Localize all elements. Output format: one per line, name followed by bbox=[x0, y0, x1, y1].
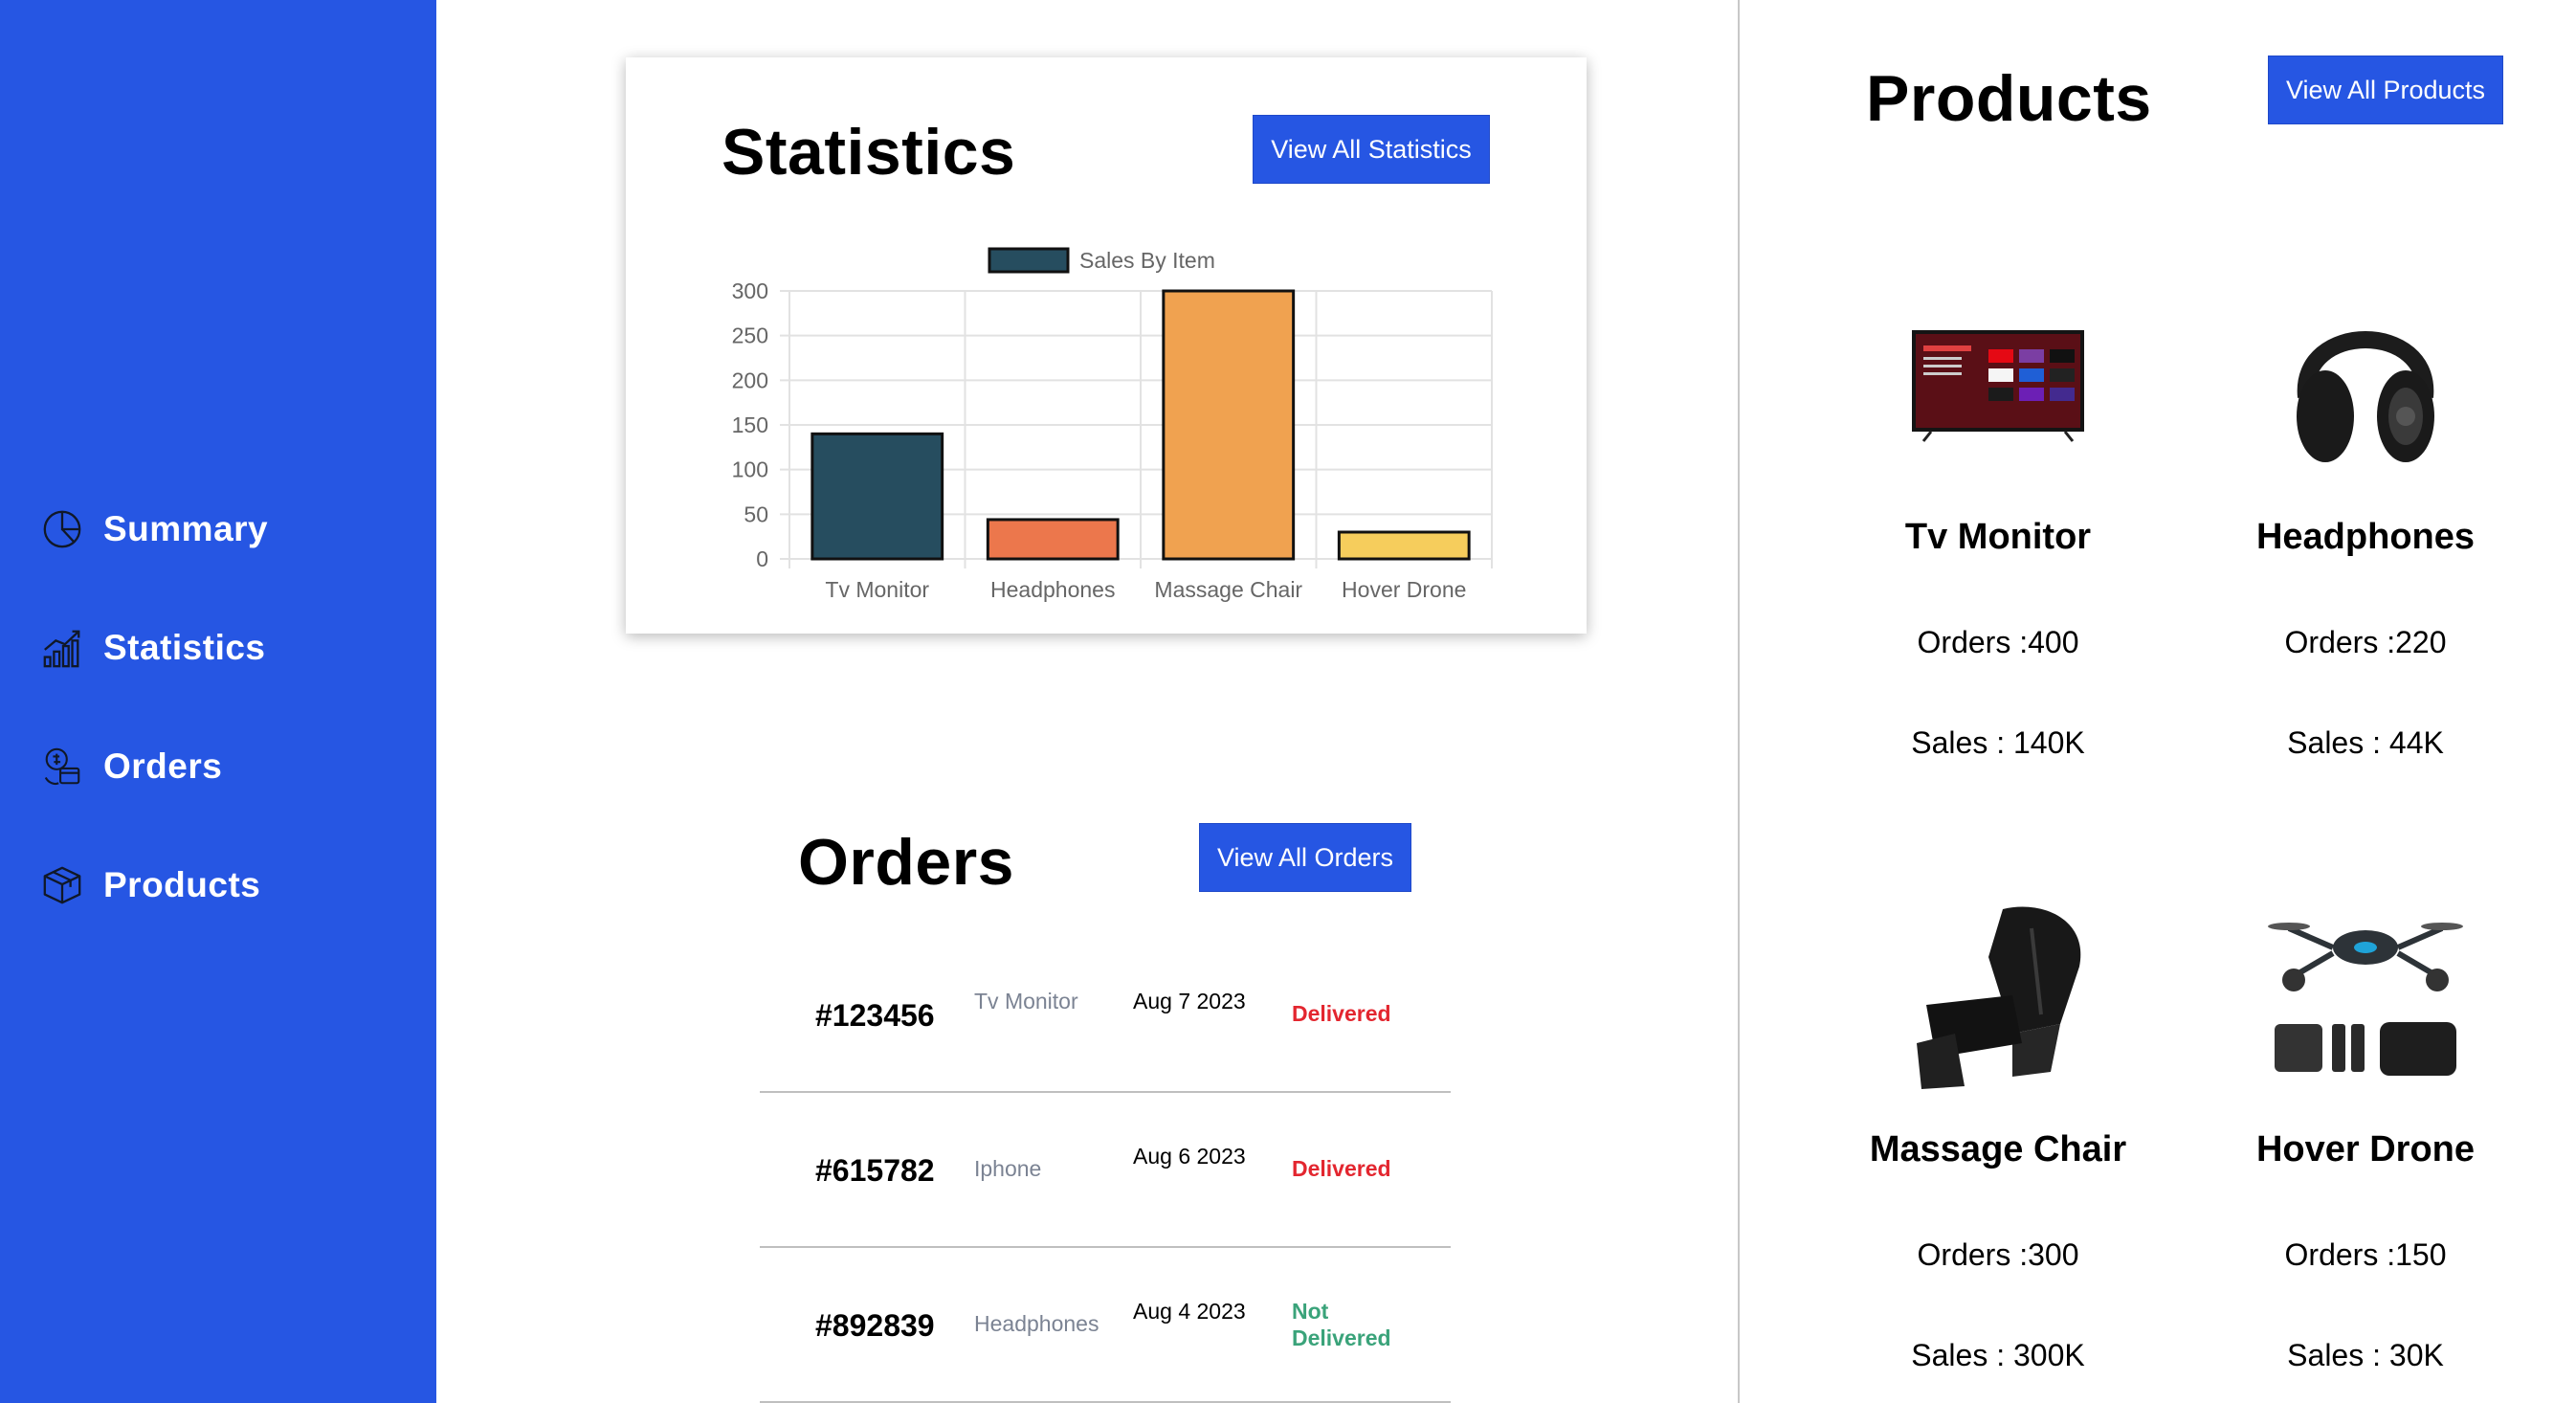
order-status: Delivered bbox=[1292, 1001, 1391, 1026]
product-name: Headphones bbox=[2255, 517, 2476, 557]
product-name: Tv Monitor bbox=[1904, 517, 2092, 557]
product-sales: Sales : 44K bbox=[2287, 725, 2444, 760]
sidebar-item-products[interactable]: Products bbox=[38, 856, 268, 915]
sidebar-item-summary[interactable]: Summary bbox=[38, 500, 268, 559]
y-tick-label: 200 bbox=[732, 367, 768, 392]
view-all-products-button[interactable]: View All Products bbox=[2268, 56, 2503, 124]
y-tick-label: 300 bbox=[732, 278, 768, 303]
y-tick-label: 50 bbox=[744, 501, 768, 526]
order-id: #615782 bbox=[815, 1153, 935, 1188]
product-orders: Orders :300 bbox=[1917, 1237, 2079, 1272]
product-sales: Sales : 30K bbox=[2287, 1338, 2444, 1372]
bar-headphones bbox=[986, 518, 1120, 561]
y-tick-label: 0 bbox=[756, 546, 768, 571]
product-sales: Sales : 140K bbox=[1911, 725, 2085, 760]
product-card-massage-chair[interactable]: Massage Chair Orders :300 Sales : 300K bbox=[1826, 890, 2170, 1373]
product-card-hover-drone[interactable]: Hover Drone Orders :150 Sales : 30K bbox=[2193, 890, 2538, 1373]
drone-image bbox=[2260, 890, 2471, 1101]
sidebar-item-orders[interactable]: Orders bbox=[38, 737, 268, 796]
bar-massage-chair bbox=[1162, 289, 1296, 561]
bar-tv-monitor bbox=[811, 432, 944, 561]
legend-swatch bbox=[988, 247, 1070, 274]
product-sales: Sales : 300K bbox=[1911, 1338, 2085, 1372]
table-row[interactable]: #123456 Tv Monitor Aug 7 2023 Delivered bbox=[760, 938, 1451, 1093]
order-date: Aug 6 2023 bbox=[1133, 1144, 1246, 1169]
table-row[interactable]: #892839 Headphones Aug 4 2023 Not Delive… bbox=[760, 1248, 1451, 1403]
x-tick-label: Massage Chair bbox=[1154, 577, 1302, 602]
box-icon bbox=[38, 861, 86, 909]
sidebar-item-label: Orders bbox=[103, 746, 223, 786]
order-id: #123456 bbox=[815, 998, 935, 1033]
view-all-orders-button[interactable]: View All Orders bbox=[1199, 823, 1411, 892]
sidebar-item-label: Products bbox=[103, 865, 261, 904]
product-orders: Orders :400 bbox=[1917, 625, 2079, 659]
order-status: Delivered bbox=[1292, 1156, 1391, 1181]
product-name: Massage Chair bbox=[1869, 1129, 2127, 1169]
sidebar-item-label: Statistics bbox=[103, 628, 266, 667]
tv-monitor-image bbox=[1893, 278, 2103, 488]
orders-icon bbox=[38, 743, 86, 791]
x-tick-label: Headphones bbox=[990, 577, 1115, 602]
y-tick-label: 250 bbox=[732, 323, 768, 348]
x-tick-label: Hover Drone bbox=[1342, 577, 1466, 602]
order-date: Aug 4 2023 bbox=[1133, 1299, 1246, 1324]
massage-chair-image bbox=[1893, 890, 2103, 1101]
dashboard-page: Summary Statistics Orders Products Stati… bbox=[0, 0, 2576, 1403]
orders-title: Orders bbox=[798, 826, 1014, 899]
growth-chart-icon bbox=[38, 624, 86, 672]
statistics-card: Statistics View All Statistics 0 50 100 150… bbox=[626, 57, 1587, 634]
order-status: Not Delivered bbox=[1292, 1299, 1391, 1350]
product-card-tv-monitor[interactable]: Tv Monitor Orders :400 Sales : 140K bbox=[1826, 278, 2170, 761]
legend-label: Sales By Item bbox=[1079, 248, 1215, 273]
sidebar-item-statistics[interactable]: Statistics bbox=[38, 618, 268, 678]
table-row[interactable]: #615782 Iphone Aug 6 2023 Delivered bbox=[760, 1093, 1451, 1248]
order-date: Aug 7 2023 bbox=[1133, 989, 1246, 1013]
order-product: Iphone bbox=[974, 1156, 1042, 1181]
sidebar-nav: Summary Statistics Orders Products bbox=[38, 500, 268, 974]
products-title: Products bbox=[1866, 62, 2152, 135]
order-product: Headphones bbox=[974, 1311, 1099, 1336]
order-product: Tv Monitor bbox=[974, 989, 1078, 1013]
sidebar-item-label: Summary bbox=[103, 509, 269, 548]
bar-hover-drone bbox=[1337, 530, 1471, 561]
x-tick-label: Tv Monitor bbox=[825, 577, 929, 602]
pie-chart-icon bbox=[38, 505, 86, 553]
product-card-headphones[interactable]: Headphones Orders :220 Sales : 44K bbox=[2193, 278, 2538, 761]
sales-bar-chart: 0 50 100 150 200 250 300 Tv Monitor Headphones Ma… bbox=[732, 247, 1493, 602]
product-name: Hover Drone bbox=[2255, 1129, 2476, 1169]
product-orders: Orders :220 bbox=[2284, 625, 2447, 659]
sidebar: Summary Statistics Orders Products bbox=[0, 0, 436, 1403]
y-tick-label: 100 bbox=[732, 457, 768, 482]
headphones-image bbox=[2260, 278, 2471, 488]
y-tick-label: 150 bbox=[732, 412, 768, 437]
product-orders: Orders :150 bbox=[2284, 1237, 2447, 1272]
order-id: #892839 bbox=[815, 1308, 935, 1343]
section-divider bbox=[1738, 0, 1740, 1403]
